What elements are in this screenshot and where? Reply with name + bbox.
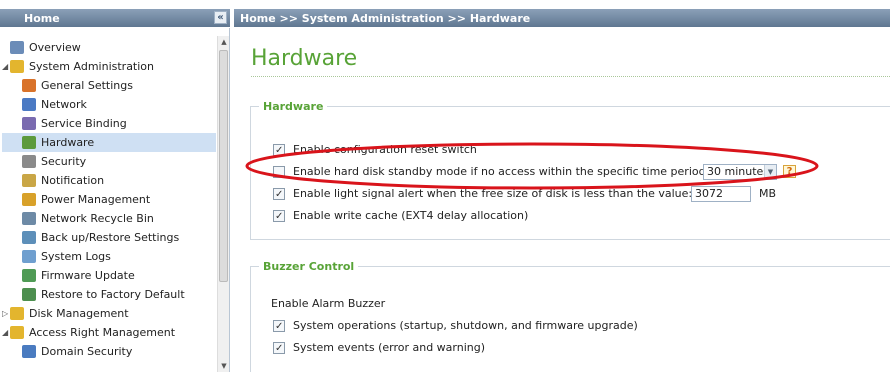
sidebar-item-label: Network Recycle Bin: [41, 212, 154, 225]
sidebar-item-label: System Administration: [29, 60, 155, 73]
system-ops-checkbox[interactable]: [273, 318, 285, 336]
sidebar-header: Home «: [0, 9, 230, 27]
system-events-checkbox[interactable]: [273, 340, 285, 358]
sidebar-item-label: Back up/Restore Settings: [41, 231, 180, 244]
page-title: Hardware: [251, 46, 358, 71]
sidebar-item-label: Domain Security: [41, 345, 133, 358]
sidebar-item-firmware-update[interactable]: Firmware Update: [2, 266, 216, 285]
sidebar-item-access-right-management[interactable]: ◢ Access Right Management: [2, 323, 216, 342]
breadcrumb: Home >> System Administration >> Hardwar…: [234, 9, 890, 27]
config-reset-checkbox[interactable]: [273, 142, 285, 160]
light-alert-unit: MB: [759, 187, 777, 200]
light-alert-label: Enable light signal alert when the free …: [293, 187, 693, 200]
sidebar-item-label: System Logs: [41, 250, 111, 263]
folder-icon: [10, 307, 24, 320]
sidebar-header-title: Home: [24, 12, 60, 25]
light-alert-size-input[interactable]: 3072: [691, 186, 751, 202]
firmware-update-icon: [22, 269, 36, 282]
network-icon: [22, 98, 36, 111]
help-icon[interactable]: ?: [783, 165, 796, 178]
sidebar-item-overview[interactable]: Overview: [2, 38, 216, 57]
overview-icon: [10, 41, 24, 54]
alarm-buzzer-heading: Enable Alarm Buzzer: [271, 297, 386, 310]
sidebar-item-label: Notification: [41, 174, 105, 187]
sidebar-item-label: Service Binding: [41, 117, 127, 130]
hardware-icon: [22, 136, 36, 149]
chevron-down-icon: ▼: [764, 165, 776, 179]
folder-icon: [10, 326, 24, 339]
sidebar-item-security[interactable]: Security: [2, 152, 216, 171]
sidebar-item-system-logs[interactable]: System Logs: [2, 247, 216, 266]
sidebar-item-disk-management[interactable]: ▷ Disk Management: [2, 304, 216, 323]
main-content: Hardware Hardware Enable configuration r…: [234, 28, 890, 372]
sidebar-item-system-administration[interactable]: ◢ System Administration: [2, 57, 216, 76]
sidebar-item-label: Firmware Update: [41, 269, 135, 282]
hardware-section: Hardware Enable configuration reset swit…: [250, 100, 890, 240]
sidebar-item-label: Network: [41, 98, 87, 111]
sidebar-item-label: Restore to Factory Default: [41, 288, 185, 301]
power-management-icon: [22, 193, 36, 206]
sidebar-item-notification[interactable]: Notification: [2, 171, 216, 190]
nav-tree: Overview ◢ System Administration General Se…: [2, 38, 216, 361]
sidebar-item-label: Security: [41, 155, 87, 168]
sidebar-item-service-binding[interactable]: Service Binding: [2, 114, 216, 133]
sidebar-item-label: Power Management: [41, 193, 151, 206]
backup-restore-icon: [22, 231, 36, 244]
domain-security-icon: [22, 345, 36, 358]
scroll-down-arrow-icon[interactable]: ▼: [218, 360, 229, 372]
standby-time-select[interactable]: 30 minutes ▼: [703, 164, 777, 180]
sidebar-scrollbar[interactable]: ▲ ▼: [217, 36, 229, 372]
security-icon: [22, 155, 36, 168]
sidebar-item-network[interactable]: Network: [2, 95, 216, 114]
folder-icon: [10, 60, 24, 73]
standby-label: Enable hard disk standby mode if no acce…: [293, 165, 713, 178]
title-divider: [251, 76, 890, 77]
notification-icon: [22, 174, 36, 187]
light-alert-checkbox[interactable]: [273, 186, 285, 204]
sidebar-item-label: Disk Management: [29, 307, 129, 320]
hardware-legend: Hardware: [263, 100, 324, 113]
buzzer-legend: Buzzer Control: [263, 260, 355, 273]
sidebar-item-back-up-restore-settings[interactable]: Back up/Restore Settings: [2, 228, 216, 247]
sidebar-item-label: General Settings: [41, 79, 133, 92]
sidebar: Overview ◢ System Administration General Se…: [0, 28, 230, 372]
sidebar-item-restore-to-factory-default[interactable]: Restore to Factory Default: [2, 285, 216, 304]
sidebar-item-network-recycle-bin[interactable]: Network Recycle Bin: [2, 209, 216, 228]
config-reset-label: Enable configuration reset switch: [293, 143, 477, 156]
write-cache-label: Enable write cache (EXT4 delay allocatio…: [293, 209, 529, 222]
general-settings-icon: [22, 79, 36, 92]
sidebar-item-power-management[interactable]: Power Management: [2, 190, 216, 209]
system-events-label: System events (error and warning): [293, 341, 486, 354]
sidebar-item-label: Hardware: [41, 136, 95, 149]
write-cache-checkbox[interactable]: [273, 208, 285, 226]
sidebar-item-label: Access Right Management: [29, 326, 176, 339]
standby-time-value: 30 minutes: [707, 165, 770, 178]
system-ops-label: System operations (startup, shutdown, an…: [293, 319, 638, 332]
buzzer-section: Buzzer Control Enable Alarm Buzzer Syste…: [250, 260, 890, 372]
sidebar-item-domain-security[interactable]: Domain Security: [2, 342, 216, 361]
system-logs-icon: [22, 250, 36, 263]
scroll-thumb[interactable]: [219, 50, 228, 282]
recycle-bin-icon: [22, 212, 36, 225]
sidebar-item-general-settings[interactable]: General Settings: [2, 76, 216, 95]
standby-checkbox[interactable]: [273, 166, 285, 178]
collapse-sidebar-button[interactable]: «: [214, 11, 227, 24]
top-bar: Home « Home >> System Administration >> …: [0, 0, 890, 28]
sidebar-item-hardware[interactable]: Hardware: [2, 133, 216, 152]
sidebar-item-label: Overview: [29, 41, 81, 54]
restore-factory-icon: [22, 288, 36, 301]
service-binding-icon: [22, 117, 36, 130]
scroll-up-arrow-icon[interactable]: ▲: [218, 36, 229, 48]
